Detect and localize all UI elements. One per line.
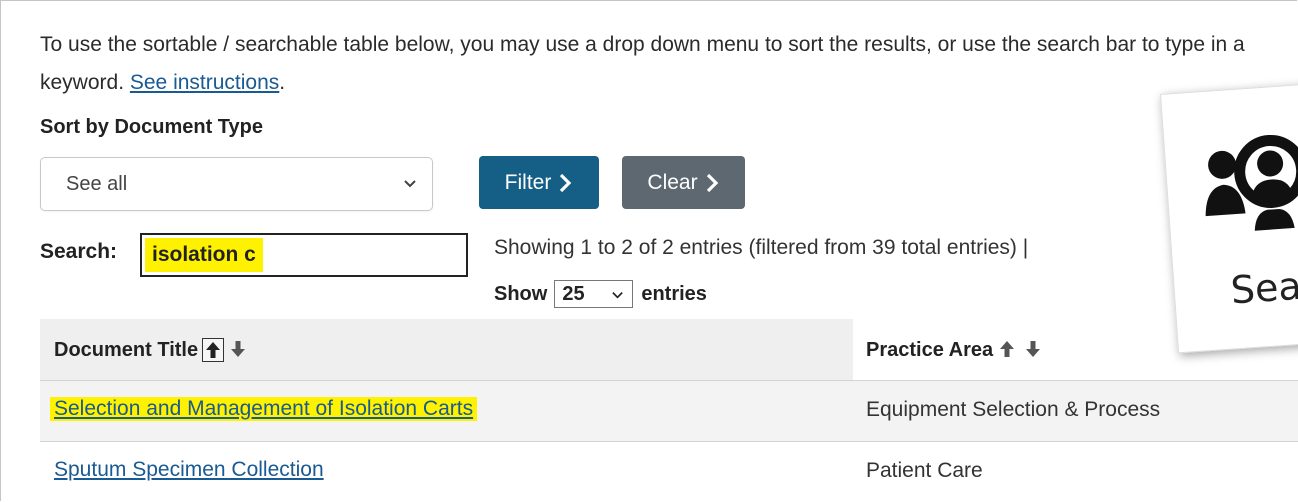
page-size-value: 25 <box>562 282 585 305</box>
chevron-down-icon <box>612 291 624 298</box>
table-header: Document Title Practice Area <box>40 319 1298 380</box>
search-people-icon <box>1205 134 1298 231</box>
chevron-right-icon <box>560 173 572 192</box>
sort-asc-icon[interactable] <box>997 338 1019 362</box>
table-row: Selection and Management of Isolation Ca… <box>40 381 1298 441</box>
sort-asc-icon[interactable] <box>202 338 225 362</box>
chevron-down-icon <box>404 180 416 188</box>
document-title-link[interactable]: Sputum Specimen Collection <box>50 458 328 482</box>
column-header-label: Document Title <box>54 338 199 361</box>
entries-label: entries <box>641 282 707 305</box>
clear-button-label: Clear <box>647 170 698 194</box>
search-callout-text: Sear <box>1229 262 1298 313</box>
entries-info: Showing 1 to 2 of 2 entries (filtered fr… <box>494 236 1029 259</box>
filter-button[interactable]: Filter <box>479 156 599 209</box>
sort-desc-icon[interactable] <box>1023 338 1045 362</box>
column-header-document-title[interactable]: Document Title <box>54 338 250 362</box>
page-size-control: Show 25 entries <box>494 279 707 309</box>
see-instructions-link[interactable]: See instructions <box>130 71 279 94</box>
search-label: Search: <box>40 240 118 263</box>
document-title-link[interactable]: Selection and Management of Isolation Ca… <box>50 397 478 421</box>
filter-button-label: Filter <box>504 170 552 194</box>
chevron-right-icon <box>706 173 718 192</box>
document-type-value: See all <box>66 173 128 195</box>
search-callout: Sear <box>1160 82 1298 354</box>
column-header-label: Practice Area <box>866 338 994 361</box>
column-header-practice-area[interactable]: Practice Area <box>866 338 1045 362</box>
show-label: Show <box>494 282 548 305</box>
sort-by-label: Sort by Document Type <box>40 116 263 138</box>
sort-desc-icon[interactable] <box>228 338 250 362</box>
clear-button[interactable]: Clear <box>622 156 745 209</box>
search-input[interactable]: isolation c <box>140 233 468 277</box>
intro-text: To use the sortable / searchable table b… <box>40 26 1290 102</box>
page-size-select[interactable]: 25 <box>554 280 634 308</box>
intro-period: . <box>279 71 286 94</box>
table-row: Sputum Specimen Collection Patient Care <box>40 442 1298 502</box>
practice-area-cell: Equipment Selection & Process <box>866 398 1161 421</box>
search-input-value: isolation c <box>145 238 263 272</box>
document-type-select[interactable]: See all <box>40 157 433 211</box>
practice-area-cell: Patient Care <box>866 459 983 482</box>
